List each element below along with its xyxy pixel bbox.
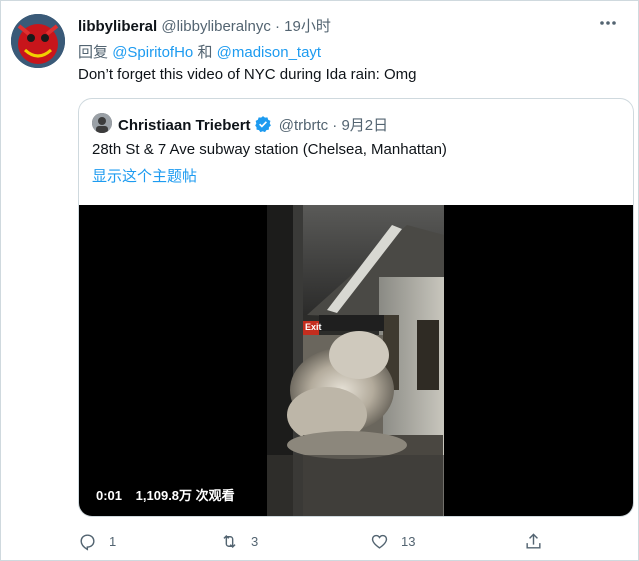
video-info: 0:01 1,109.8万 次观看	[96, 485, 245, 504]
quote-text: 28th St & 7 Ave subway station (Chelsea,…	[92, 141, 447, 158]
display-name[interactable]: libbyliberal	[78, 18, 157, 35]
reply-icon	[80, 534, 95, 551]
mention-link-2[interactable]: @madison_tayt	[217, 44, 321, 61]
tweet-header: libbyliberal @libbyliberalnyc · 19小时	[78, 15, 331, 36]
handle[interactable]: @libbyliberalnyc	[161, 18, 270, 35]
quote-handle: @trbrtc	[278, 117, 329, 134]
heart-icon	[371, 534, 388, 549]
reply-prefix: 回复	[78, 44, 109, 61]
timestamp[interactable]: 19小时	[284, 18, 331, 35]
retweet-button[interactable]: 3	[220, 532, 258, 551]
separator: ·	[275, 18, 280, 35]
retweet-icon	[223, 534, 236, 549]
video-player[interactable]: Exit 0:01 1,109.8万 次观看	[79, 205, 633, 516]
quote-separator: ·	[332, 117, 338, 134]
verified-badge-icon	[254, 115, 272, 133]
show-thread-link[interactable]: 显示这个主题帖	[92, 165, 197, 186]
video-frame: Exit	[267, 205, 444, 516]
quote-header: Christiaan Triebert @trbrtc · 9月2日	[118, 114, 388, 135]
video-views: 1,109.8万 次观看	[135, 488, 235, 503]
quote-date: 9月2日	[341, 117, 389, 134]
exit-sign-text: Exit	[305, 322, 322, 332]
share-button[interactable]	[524, 532, 543, 551]
share-icon	[526, 533, 541, 549]
avatar[interactable]	[11, 14, 65, 68]
quoted-tweet[interactable]: Christiaan Triebert @trbrtc · 9月2日 28th …	[78, 98, 634, 517]
more-icon[interactable]	[598, 14, 618, 37]
retweet-count: 3	[251, 534, 259, 549]
replying-to: 回复 @SpiritofHo 和 @madison_tayt	[78, 41, 321, 62]
reply-button[interactable]: 1	[78, 532, 116, 551]
reply-count: 1	[109, 534, 117, 549]
video-time: 0:01	[96, 488, 123, 503]
reply-conj: 和	[197, 44, 213, 61]
tweet-text: Don’t forget this video of NYC during Id…	[78, 66, 417, 83]
action-bar: 1 3 13	[78, 532, 558, 554]
like-count: 13	[401, 534, 416, 549]
quote-display-name: Christiaan Triebert	[118, 117, 251, 134]
quote-avatar	[92, 113, 112, 133]
like-button[interactable]: 13	[370, 532, 415, 551]
mention-link-1[interactable]: @SpiritofHo	[112, 44, 193, 61]
